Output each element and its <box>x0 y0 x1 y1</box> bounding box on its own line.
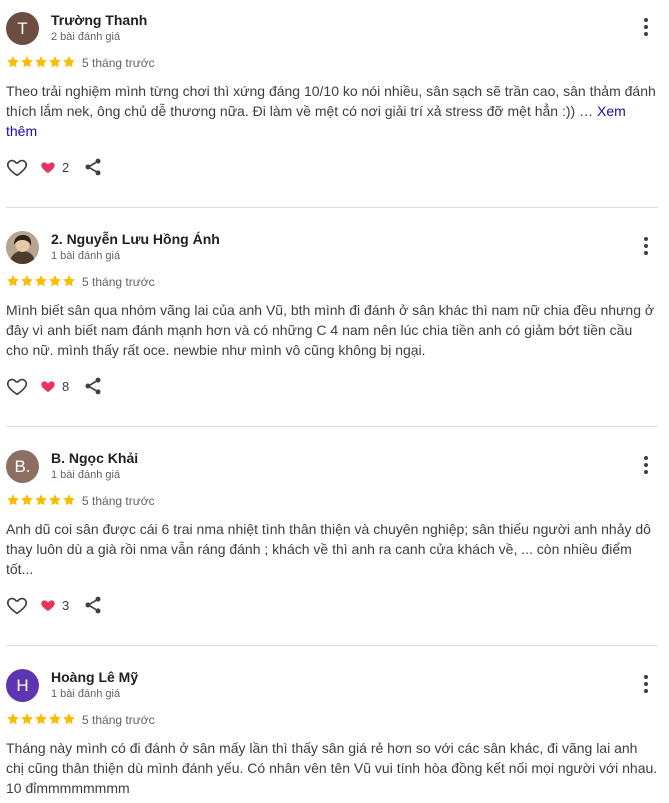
star-icon <box>49 56 61 68</box>
star-icon <box>7 713 19 725</box>
like-heart-icon[interactable] <box>6 375 28 397</box>
star-rating <box>6 493 76 507</box>
profile-photo-icon <box>6 231 39 264</box>
star-icon <box>35 56 47 68</box>
star-icon <box>35 275 47 287</box>
star-icon <box>7 56 19 68</box>
divider <box>6 645 658 646</box>
more-options-button[interactable] <box>638 16 654 38</box>
star-icon <box>63 494 75 506</box>
review-actions: 2 <box>6 156 103 178</box>
review-time: 5 tháng trước <box>82 494 155 508</box>
like-heart-icon[interactable] <box>6 156 28 178</box>
share-icon[interactable] <box>83 376 103 396</box>
star-icon <box>63 56 75 68</box>
heart-reaction-icon <box>41 381 55 392</box>
review-count: 1 bài đánh giá <box>51 688 121 700</box>
star-icon <box>49 275 61 287</box>
review-actions: 3 <box>6 594 103 616</box>
reaction-summary[interactable]: 3 <box>40 597 69 613</box>
review-count: 1 bài đánh giá <box>51 250 121 262</box>
review-actions: 8 <box>6 375 103 397</box>
star-icon <box>7 494 19 506</box>
reaction-summary[interactable]: 2 <box>40 159 69 175</box>
star-icon <box>21 275 33 287</box>
review-time: 5 tháng trước <box>82 56 155 70</box>
avatar-letter: T <box>17 18 28 38</box>
review-count: 2 bài đánh giá <box>51 31 121 43</box>
review-text: Tháng này mình có đi đánh ở sân mấy lần … <box>6 738 658 798</box>
star-icon <box>49 494 61 506</box>
review-text: Mình biết sân qua nhóm vãng lai của anh … <box>6 300 658 360</box>
star-icon <box>35 713 47 725</box>
star-rating <box>6 274 76 288</box>
star-icon <box>35 494 47 506</box>
star-rating <box>6 712 76 726</box>
star-icon <box>21 56 33 68</box>
more-options-button[interactable] <box>638 673 654 695</box>
share-icon[interactable] <box>83 157 103 177</box>
divider <box>6 426 658 427</box>
star-icon <box>49 713 61 725</box>
more-options-button[interactable] <box>638 454 654 476</box>
avatar[interactable]: H <box>6 669 39 702</box>
review-body: Mình biết sân qua nhóm vãng lai của anh … <box>6 302 655 358</box>
more-options-button[interactable] <box>638 235 654 257</box>
reviewer-name[interactable]: Hoàng Lê Mỹ <box>51 669 138 685</box>
review-body: Theo trải nghiệm mình từng chơi thì xứng… <box>6 83 656 119</box>
reaction-count: 2 <box>62 159 70 175</box>
avatar[interactable]: T <box>6 12 39 45</box>
reviewer-name[interactable]: 2. Nguyễn Lưu Hồng Ánh <box>51 231 220 247</box>
star-rating <box>6 55 76 69</box>
avatar-letter: B. <box>14 456 31 476</box>
review-time: 5 tháng trước <box>82 275 155 289</box>
avatar[interactable]: B. <box>6 450 39 483</box>
star-icon <box>63 713 75 725</box>
like-heart-icon[interactable] <box>6 594 28 616</box>
star-icon <box>7 275 19 287</box>
review-time: 5 tháng trước <box>82 713 155 727</box>
review-count: 1 bài đánh giá <box>51 469 121 481</box>
review-text: Anh dũ coi sân được cái 6 trai nma nhiệt… <box>6 519 658 579</box>
reaction-summary[interactable]: 8 <box>40 378 69 394</box>
reaction-count: 8 <box>62 378 70 394</box>
star-icon <box>21 713 33 725</box>
reaction-count: 3 <box>62 597 70 613</box>
star-icon <box>21 494 33 506</box>
heart-reaction-icon <box>41 162 55 173</box>
star-icon <box>63 275 75 287</box>
share-icon[interactable] <box>83 595 103 615</box>
heart-reaction-icon <box>41 600 55 611</box>
reviewer-name[interactable]: B. Ngọc Khải <box>51 450 138 466</box>
review-body: Anh dũ coi sân được cái 6 trai nma nhiệt… <box>6 521 651 577</box>
avatar-letter: H <box>16 675 29 695</box>
reviewer-name[interactable]: Trường Thanh <box>51 12 147 28</box>
review-body: Tháng này mình có đi đánh ở sân mấy lần … <box>6 740 658 796</box>
divider <box>6 207 658 208</box>
review-text: Theo trải nghiệm mình từng chơi thì xứng… <box>6 81 658 141</box>
avatar[interactable] <box>6 231 39 264</box>
